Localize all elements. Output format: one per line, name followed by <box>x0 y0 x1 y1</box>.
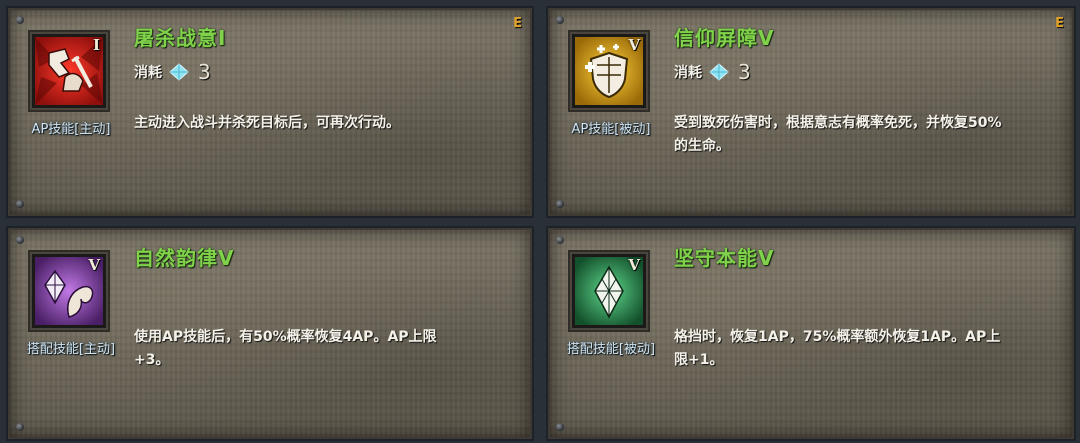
skill-icon-frame: V <box>568 30 650 112</box>
ap-gem-icon <box>708 63 730 81</box>
cost-value: 3 <box>738 60 751 84</box>
rivet-icon <box>16 236 24 244</box>
skill-card-slaughter[interactable]: I AP技能[主动] 屠杀战意I 消耗 3 主动进入战斗并杀死目标后，可再次行动… <box>8 8 532 216</box>
ap-gem-icon <box>168 63 190 81</box>
rivet-icon <box>556 200 564 208</box>
skill-grade-badge: E <box>1055 16 1064 31</box>
skill-title: 信仰屏障V <box>674 26 775 50</box>
skill-description: 使用AP技能后，有50%概率恢复4AP。AP上限+3。 <box>134 329 437 368</box>
cost-label: 消耗 <box>674 65 702 81</box>
rivet-icon <box>16 423 24 431</box>
cost-label: 消耗 <box>134 65 162 81</box>
skill-grade-badge: E <box>513 16 522 31</box>
skill-title: 屠杀战意I <box>134 26 227 50</box>
skill-type-label: AP技能[被动] <box>571 122 651 137</box>
skill-card-steadfast-instinct[interactable]: V 搭配技能[被动] 坚守本能V 格挡时，恢复1AP，75%概率额外恢复1AP。… <box>548 228 1074 439</box>
rivet-icon <box>556 16 564 24</box>
skill-icon-frame: I <box>28 30 110 112</box>
skill-description: 主动进入战斗并杀死目标后，可再次行动。 <box>134 115 400 131</box>
skill-level-roman: I <box>92 36 100 54</box>
skill-level-roman: V <box>628 36 640 54</box>
skill-type-label: 搭配技能[被动] <box>566 342 656 357</box>
skill-title: 自然韵律V <box>134 246 235 270</box>
cost-value: 3 <box>198 60 211 84</box>
skill-cost: 消耗 3 <box>674 60 751 84</box>
skill-level-roman: V <box>628 256 640 274</box>
skill-card-faith-shield[interactable]: V AP技能[被动] 信仰屏障V 消耗 3 受到致死伤害时，根据意志有概率免死，… <box>548 8 1074 216</box>
skill-type-label: 搭配技能[主动] <box>26 342 116 357</box>
skill-icon-frame: V <box>28 250 110 332</box>
rivet-icon <box>16 200 24 208</box>
rivet-icon <box>16 16 24 24</box>
skill-description: 受到致死伤害时，根据意志有概率免死，并恢复50%的生命。 <box>674 115 1002 154</box>
skill-type-label: AP技能[主动] <box>31 122 111 137</box>
skill-cost: 消耗 3 <box>134 60 211 84</box>
skill-card-grid: I AP技能[主动] 屠杀战意I 消耗 3 主动进入战斗并杀死目标后，可再次行动… <box>0 0 1080 443</box>
skill-card-natural-rhythm[interactable]: V 搭配技能[主动] 自然韵律V 使用AP技能后，有50%概率恢复4AP。AP上… <box>8 228 532 439</box>
rivet-icon <box>556 236 564 244</box>
skill-icon-frame: V <box>568 250 650 332</box>
skill-title: 坚守本能V <box>674 246 775 270</box>
skill-description: 格挡时，恢复1AP，75%概率额外恢复1AP。AP上限+1。 <box>674 329 1001 368</box>
skill-level-roman: V <box>88 256 100 274</box>
rivet-icon <box>556 423 564 431</box>
